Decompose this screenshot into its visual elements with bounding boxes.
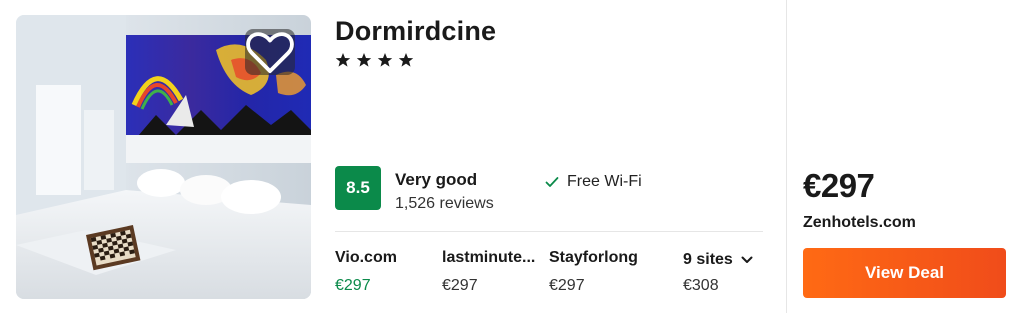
deal-price: €297 [803,167,875,204]
provider-name: Stayforlong [549,249,638,266]
deal-site: Zenhotels.com [803,214,916,231]
divider [335,231,763,232]
provider-price: €297 [442,277,478,294]
rating-score-badge[interactable]: 8.5 [335,166,381,210]
provider-offer-vio[interactable]: Vio.com €297 [335,249,440,295]
hotel-name[interactable]: Dormirdcine [335,16,496,47]
provider-name: lastminute... [442,249,536,266]
hotel-result-card: Dormirdcine 8.5 Very good 1,526 reviews … [0,0,1024,313]
amenity-free-wifi: Free Wi-Fi [545,173,642,191]
provider-price: €297 [549,277,585,294]
more-sites-label: 9 sites [683,251,733,268]
provider-offer-stayforlong[interactable]: Stayforlong €297 [549,249,654,295]
provider-name: Vio.com [335,249,397,266]
amenity-label: Free Wi-Fi [567,173,642,190]
heart-outline-icon [246,32,294,74]
view-deal-button[interactable]: View Deal [803,248,1006,298]
provider-price: €297 [335,277,371,294]
more-sites-dropdown[interactable]: 9 sites [683,251,753,269]
divider [786,0,787,313]
star-icon [377,53,393,67]
check-icon [545,177,559,187]
star-icon [398,53,414,67]
star-icon [335,53,351,67]
more-sites-price: €308 [683,277,719,294]
star-icon [356,53,372,67]
hotel-photo[interactable] [16,15,311,299]
provider-offer-lastminute[interactable]: lastminute... €297 [442,249,547,295]
review-count[interactable]: 1,526 reviews [395,195,494,213]
star-rating [335,52,414,68]
chevron-down-icon [741,256,753,263]
favorite-button[interactable] [245,29,295,75]
rating-label: Very good [395,170,478,189]
